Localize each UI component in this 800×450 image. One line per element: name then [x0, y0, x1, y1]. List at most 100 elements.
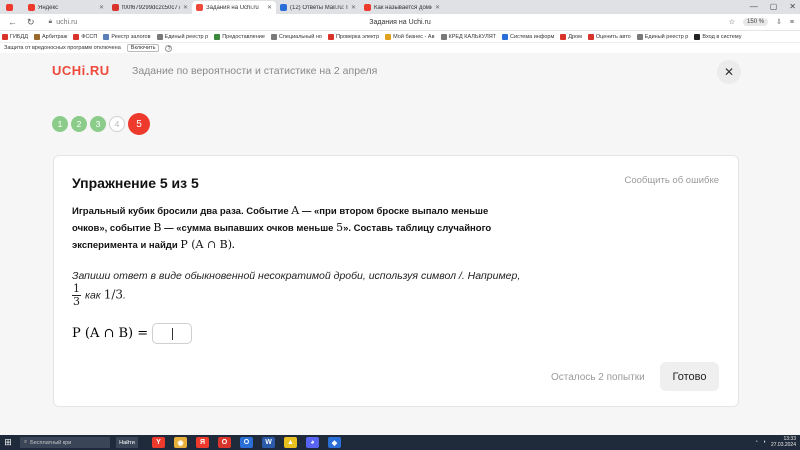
- browser-tab[interactable]: Яндекс ✕: [24, 1, 108, 14]
- bookmark-label: Система информ: [510, 33, 555, 40]
- bookmark-item[interactable]: Предоставление: [214, 33, 265, 40]
- bookmark-item[interactable]: Специальный но: [270, 33, 322, 40]
- fraction-denominator: 3: [73, 295, 80, 308]
- bookmark-item[interactable]: Мой бизнес - Ав: [385, 33, 435, 40]
- bookmark-label: Специальный но: [278, 33, 322, 40]
- taskbar-search[interactable]: ⌕ Бесплатный кри: [20, 437, 110, 448]
- maximize-icon[interactable]: ▢: [770, 2, 778, 11]
- word-icon[interactable]: W: [262, 437, 275, 448]
- menu-icon[interactable]: ≡: [790, 19, 794, 26]
- math-event-b: B: [153, 221, 162, 234]
- windows-taskbar: ⊞ ⌕ Бесплатный кри Найти Y ◉ Я O O W ▲ ◕ ◆ ◔ ◖ 1…: [0, 435, 800, 450]
- example-text: как: [85, 289, 101, 302]
- bookmark-item[interactable]: Единый реестр р: [156, 33, 208, 40]
- outlook-icon[interactable]: O: [240, 437, 253, 448]
- step-3[interactable]: 3: [90, 116, 106, 132]
- step-5[interactable]: 5: [128, 113, 150, 135]
- fraction-numerator: 1: [73, 282, 80, 295]
- bookmark-item[interactable]: Проверка электр: [327, 33, 379, 40]
- opera-icon[interactable]: O: [218, 437, 231, 448]
- answer-instruction: Запиши ответ в виде обыкновенной несокра…: [72, 269, 542, 308]
- step-1[interactable]: 1: [52, 116, 68, 132]
- answer-label: P (A ∩ B) =: [72, 326, 149, 341]
- windows-icon: ⊞: [4, 437, 12, 447]
- report-error-link[interactable]: Сообщить об ошибке: [625, 175, 720, 186]
- uchi-logo[interactable]: UCHi.RU: [52, 63, 110, 78]
- bookmark-label: Реестр залогов: [111, 33, 151, 40]
- clock-date: 27.03.2024: [770, 442, 796, 448]
- tab-close-icon[interactable]: ✕: [99, 4, 104, 11]
- volume-icon[interactable]: ◖: [763, 439, 766, 445]
- browser-tab[interactable]: Как называется домини✕: [360, 1, 444, 14]
- step-2[interactable]: 2: [71, 116, 87, 132]
- zoom-badge[interactable]: 150 %: [743, 18, 769, 26]
- tab-close-icon[interactable]: ✕: [351, 4, 356, 11]
- close-button[interactable]: ✕: [717, 60, 741, 84]
- bookmark-item[interactable]: Арбитраж: [34, 33, 68, 40]
- downloads-icon[interactable]: ⇩: [776, 18, 782, 26]
- taskbar-find-button[interactable]: Найти: [116, 437, 138, 448]
- browser-tab[interactable]: f00f679299dc2c50c777f ✕: [108, 1, 192, 14]
- answer-row: P (A ∩ B) =: [72, 323, 193, 344]
- problem-text: Игральный кубик бросили два раза. Событи…: [72, 203, 522, 254]
- yandex-icon[interactable]: Я: [196, 437, 209, 448]
- bookmark-star-icon[interactable]: ☆: [729, 18, 735, 26]
- browser-tab[interactable]: [2, 1, 24, 14]
- discord-icon[interactable]: ◕: [306, 437, 319, 448]
- enable-protection-button[interactable]: Включить: [126, 44, 160, 52]
- bookmark-item[interactable]: КРЕД КАЛЬКУЛЯТ: [440, 33, 496, 40]
- close-icon: ✕: [723, 65, 735, 79]
- bookmark-icon: [587, 33, 594, 40]
- bookmark-item[interactable]: ФССП: [73, 33, 98, 40]
- tab-title: Яндекс: [38, 4, 59, 11]
- help-icon[interactable]: ?: [165, 44, 173, 52]
- bookmark-label: Арбитраж: [42, 33, 68, 40]
- yandex-browser-icon[interactable]: Y: [152, 437, 165, 448]
- example-fraction: 1 3: [72, 283, 81, 308]
- app-icon[interactable]: ▲: [284, 437, 297, 448]
- bookmark-icon: [502, 33, 509, 40]
- mail-icon: [280, 4, 287, 11]
- bookmark-item[interactable]: Единый реестр р: [636, 33, 688, 40]
- step-4[interactable]: 4: [109, 116, 125, 132]
- example-math: 1/3: [103, 287, 123, 302]
- window-close-icon[interactable]: ✕: [789, 2, 796, 11]
- minimize-icon[interactable]: —: [750, 2, 758, 11]
- bookmark-item[interactable]: ГИБДД: [2, 33, 28, 40]
- network-icon[interactable]: ◔: [755, 439, 758, 445]
- yandex-icon: [6, 4, 13, 11]
- tab-close-icon[interactable]: ✕: [435, 4, 440, 11]
- bookmark-icon: [327, 33, 334, 40]
- bookmark-item[interactable]: Дром: [560, 33, 582, 40]
- tab-close-icon[interactable]: ✕: [183, 4, 188, 11]
- protection-text: Защита от вредоносных программ отключена: [4, 45, 121, 51]
- bookmark-icon: [34, 33, 40, 40]
- bookmark-item[interactable]: Вход в систему: [694, 33, 741, 40]
- assignment-title: Задание по вероятности и статистике на 2…: [132, 65, 378, 77]
- tab-close-icon[interactable]: ✕: [267, 4, 272, 11]
- math-probability: P (A ∩ B): [180, 238, 233, 251]
- bookmark-label: ФССП: [81, 33, 98, 40]
- start-button[interactable]: ⊞: [0, 435, 16, 450]
- exercise-title: Упражнение 5 из 5: [72, 175, 199, 191]
- browser-tab[interactable]: (12) Ответы Mail.ru: Прос✕: [276, 1, 360, 14]
- problem-part: .: [232, 240, 235, 251]
- browser-tab[interactable]: Задания на Uchi.ru ✕: [192, 1, 276, 14]
- answer-input[interactable]: [152, 323, 193, 344]
- bookmarks-bar: ГИБДД Арбитраж ФССП Реестр залогов Единый ре…: [0, 31, 800, 43]
- tab-list: Яндекс ✕ f00f679299dc2c50c777f ✕ Задания на …: [2, 1, 444, 14]
- bookmark-icon: [73, 33, 80, 40]
- bookmark-label: Оценить авто: [595, 33, 631, 40]
- bookmark-icon: [214, 33, 221, 40]
- instruction-text: Запиши ответ в виде обыкновенной несокра…: [72, 270, 521, 282]
- clock[interactable]: 13:33 27.03.2024: [771, 436, 796, 448]
- attempts-remaining: Осталось 2 попытки: [551, 372, 645, 383]
- chrome-icon[interactable]: ◉: [174, 437, 187, 448]
- app-icon-2[interactable]: ◆: [328, 437, 341, 448]
- protection-bar: Защита от вредоносных программ отключена…: [0, 43, 800, 53]
- address-bar-tools: ☆ 150 % ⇩ ≡: [729, 18, 794, 26]
- submit-button[interactable]: Готово: [660, 362, 719, 391]
- bookmark-item[interactable]: Система информ: [502, 33, 555, 40]
- bookmark-item[interactable]: Реестр залогов: [103, 33, 151, 40]
- bookmark-item[interactable]: Оценить авто: [587, 33, 631, 40]
